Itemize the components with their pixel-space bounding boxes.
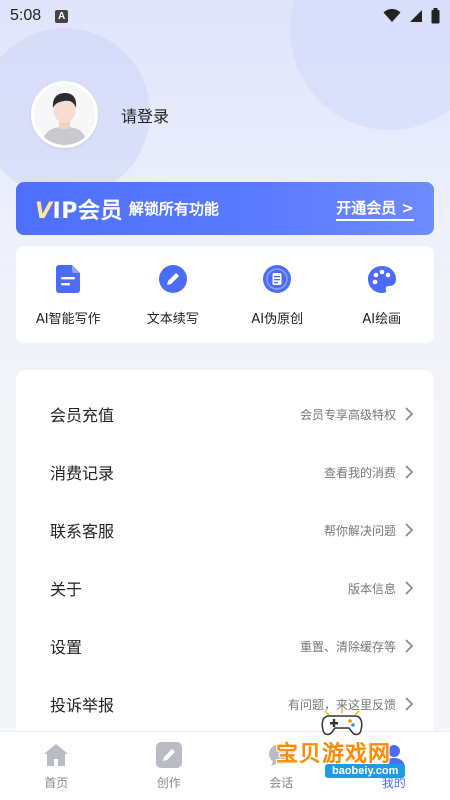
menu-item-hint: 查看我的消费: [323, 465, 396, 480]
menu-item-about[interactable]: 关于 版本信息: [16, 559, 434, 617]
menu-item-records[interactable]: 消费记录 查看我的消费: [16, 443, 434, 501]
settings-list: 会员充值 会员专享高级特权 消费记录 查看我的消费 联系客服 帮你解决问题 关于…: [16, 370, 434, 750]
feature-ai-rewrite[interactable]: AI伪原创: [225, 246, 330, 343]
feature-ai-writing[interactable]: AI智能写作: [16, 246, 121, 343]
menu-item-title: 投诉举报: [50, 696, 115, 715]
chevron-right-icon: [405, 523, 414, 537]
login-prompt[interactable]: 请登录: [121, 103, 169, 127]
gamepad-icon: [321, 708, 363, 736]
vip-banner[interactable]: VIP会员 解锁所有功能 开通会员 >: [16, 182, 434, 235]
notification-a-icon: A: [55, 9, 69, 23]
avatar[interactable]: [31, 81, 98, 148]
edit-icon: [155, 742, 182, 768]
palette-icon: [367, 264, 397, 294]
chevron-right-icon: [405, 407, 414, 421]
nav-home[interactable]: 首页: [0, 732, 113, 800]
article-icon: [262, 264, 292, 294]
menu-item-title: 会员充值: [50, 406, 115, 425]
menu-item-support[interactable]: 联系客服 帮你解决问题: [16, 501, 434, 559]
wifi-icon: [383, 9, 401, 22]
menu-item-title: 设置: [50, 638, 83, 657]
chevron-right-icon: [405, 639, 414, 653]
feature-label: AI伪原创: [251, 312, 304, 327]
signal-icon: [410, 10, 422, 22]
nav-create[interactable]: 创作: [113, 732, 226, 800]
vip-subtitle: 解锁所有功能: [128, 200, 219, 218]
menu-item-settings[interactable]: 设置 重置、清除缓存等: [16, 617, 434, 675]
menu-item-hint: 帮你解决问题: [323, 523, 396, 538]
feature-label: AI绘画: [362, 312, 402, 327]
menu-item-title: 消费记录: [50, 464, 115, 483]
feature-label: AI智能写作: [35, 312, 101, 327]
document-icon: [53, 264, 83, 294]
menu-item-recharge[interactable]: 会员充值 会员专享高级特权: [16, 385, 434, 443]
menu-item-title: 关于: [50, 580, 83, 599]
menu-item-title: 联系客服: [50, 522, 115, 541]
vip-title: VIP会员: [35, 193, 123, 225]
menu-item-hint: 重置、清除缓存等: [299, 639, 396, 654]
feature-ai-painting[interactable]: AI绘画: [330, 246, 435, 343]
watermark-url: baobeiy.com: [325, 764, 406, 778]
battery-icon: [431, 8, 440, 24]
chevron-right-icon: [405, 465, 414, 479]
open-vip-button[interactable]: 开通会员 >: [336, 197, 414, 221]
menu-item-hint: 会员专享高级特权: [299, 407, 396, 422]
nav-label: 首页: [44, 776, 69, 790]
menu-item-hint: 版本信息: [347, 581, 396, 596]
feature-card: AI智能写作 文本续写 AI伪原创 AI绘画: [16, 246, 434, 343]
status-bar: 5:08 A: [0, 0, 450, 32]
watermark: 宝贝游戏网 baobeiy.com: [276, 706, 426, 790]
vip-v-letter: V: [35, 198, 53, 224]
home-icon: [43, 742, 69, 768]
status-time: 5:08: [10, 7, 42, 24]
nav-label: 创作: [156, 776, 181, 790]
chevron-right-icon: [405, 581, 414, 595]
pencil-icon: [158, 264, 188, 294]
vip-title-rest: IP会员: [52, 198, 123, 224]
user-avatar-icon: [34, 84, 95, 145]
feature-label: 文本续写: [146, 312, 199, 327]
feature-text-continue[interactable]: 文本续写: [121, 246, 226, 343]
